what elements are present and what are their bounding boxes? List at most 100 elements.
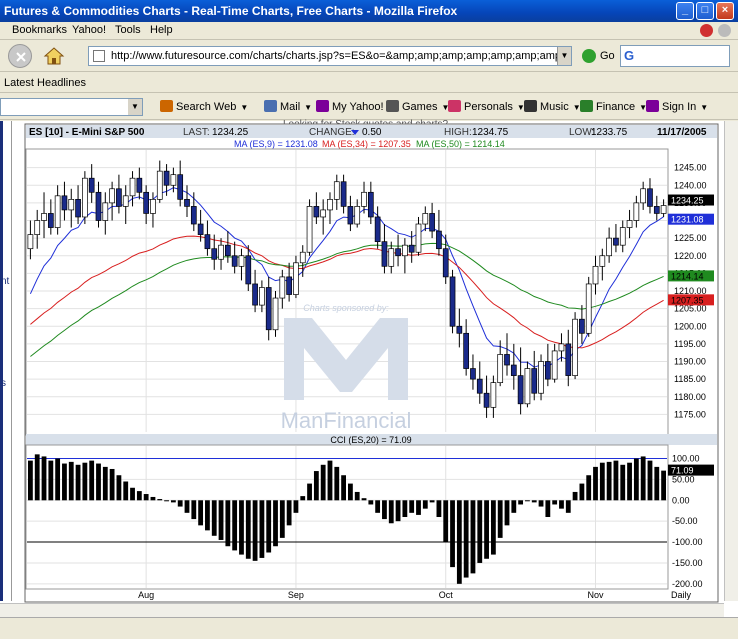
cci-bar (225, 500, 231, 547)
cci-bar (429, 500, 435, 503)
candle-body (415, 223, 422, 253)
candle-body (333, 181, 340, 200)
cci-bar (375, 500, 381, 513)
cci-bar (96, 463, 101, 501)
candle-body (340, 181, 347, 207)
candle-body (41, 213, 47, 221)
cci-bar (191, 500, 197, 520)
chart-symbol: ES [10] - E-Mini S&P 500 (29, 127, 145, 138)
cci-bar (150, 496, 156, 501)
high-label: HIGH: (444, 127, 472, 138)
cci-bar (511, 500, 517, 513)
candle-body (483, 392, 490, 408)
cci-bar (239, 500, 244, 555)
cci-bar (382, 500, 387, 520)
candle-body (136, 177, 143, 193)
candle-body (572, 318, 578, 376)
candle-body (184, 199, 190, 207)
cci-label: CCI (ES,20) = 71.09 (330, 435, 411, 445)
candle-body (272, 297, 279, 331)
cci-bar (593, 466, 598, 501)
candle-body (579, 318, 585, 334)
cci-bar (354, 491, 360, 501)
cci-bar (348, 483, 353, 501)
candle-body (211, 248, 218, 260)
candle-body (95, 191, 102, 221)
ma-label: MA (ES,9) = 1231.08 (234, 139, 318, 149)
candle-body (442, 248, 449, 278)
cci-bar (388, 500, 394, 524)
cci-bar (273, 500, 278, 547)
cci-tick-label: 100.00 (672, 454, 700, 464)
last-value: 1234.25 (212, 127, 249, 138)
high-value: 1234.75 (472, 127, 509, 138)
candle-body (619, 227, 626, 246)
cci-bar (654, 466, 660, 501)
candle-body (27, 234, 34, 250)
cci-bar (28, 460, 33, 501)
cci-bar (170, 500, 176, 503)
price-tick-label: 1180.00 (674, 392, 706, 402)
cci-bar (266, 500, 272, 553)
cci-bar (504, 500, 510, 526)
candle-body (606, 237, 612, 257)
candle-body (190, 206, 197, 225)
candle-body (299, 251, 306, 264)
cci-bar (572, 491, 578, 501)
candle-body (613, 237, 619, 246)
cci-bar (41, 456, 47, 501)
candle-body (626, 220, 633, 228)
candle-body (395, 248, 401, 257)
cci-bar (525, 500, 530, 502)
candle-body (647, 188, 653, 207)
cci-bar (55, 458, 61, 501)
cci-bar (313, 471, 319, 501)
left-frame-text: nt (1, 276, 10, 287)
candle-body (565, 343, 572, 376)
ma-label: MA (ES,34) = 1207.35 (322, 139, 411, 149)
cci-bar (518, 500, 524, 505)
cci-bar (218, 500, 224, 540)
candle-body (306, 206, 313, 253)
cci-bar (34, 454, 40, 501)
candle-body (449, 276, 456, 327)
last-value-tag-text: 1234.25 (671, 196, 704, 206)
change-value: 0.50 (362, 127, 382, 138)
candle-body (34, 220, 41, 235)
sponsor-name: ManFinancial (281, 408, 412, 433)
price-tick-label: 1190.00 (674, 357, 706, 367)
cci-bar (279, 500, 285, 538)
price-tick-label: 1220.00 (674, 251, 707, 261)
cci-bar (259, 500, 265, 558)
cci-bar (184, 500, 190, 513)
candle-body (265, 287, 272, 331)
candle-body (640, 188, 647, 204)
cci-tick-label: -50.00 (672, 516, 698, 526)
candle-body (367, 191, 374, 218)
candle-body (259, 287, 265, 306)
cci-bar (368, 500, 374, 505)
candle-body (388, 248, 395, 267)
cci-bar (232, 500, 238, 551)
cci-bar (334, 466, 340, 501)
cci-bar (599, 462, 605, 501)
candle-body (510, 364, 517, 376)
candle-body (531, 368, 538, 394)
candle-body (116, 188, 122, 207)
candle-body (436, 230, 442, 250)
cci-bar (545, 500, 551, 517)
cci-tick-label: -150.00 (672, 558, 703, 568)
left-frame-text: s (1, 378, 6, 389)
candle-body (327, 199, 333, 211)
cci-bar (320, 464, 326, 501)
candle-body (476, 378, 483, 394)
candle-body (231, 255, 238, 267)
cci-bar (293, 500, 299, 513)
cci-bar (307, 483, 312, 501)
candle-body (75, 199, 81, 218)
cci-bar (48, 460, 54, 501)
candle-body (517, 375, 524, 405)
candle-body (150, 199, 156, 214)
cci-tick-label: 0.00 (672, 495, 690, 505)
cci-bar (565, 500, 571, 513)
